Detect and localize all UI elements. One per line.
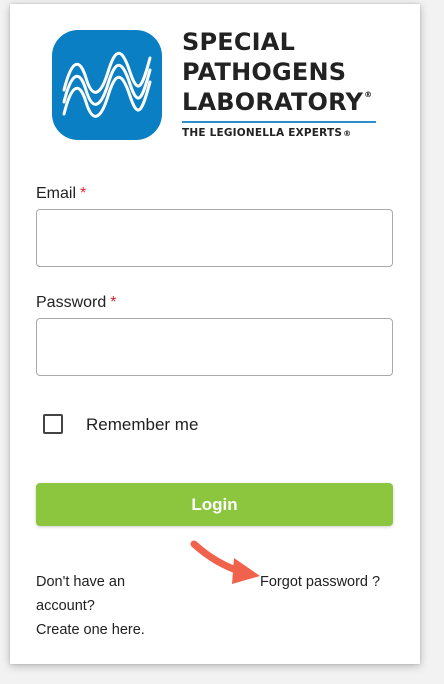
wave-logo-icon xyxy=(52,30,162,140)
login-card: SPECIAL PATHOGENS LABORATORY® THE LEGION… xyxy=(10,4,420,664)
signup-prompt: Don't have an account? Create one here. xyxy=(36,570,186,642)
password-label: Password * xyxy=(36,294,116,312)
company-logo: SPECIAL PATHOGENS LABORATORY® THE LEGION… xyxy=(50,24,390,152)
create-account-link[interactable]: Create one here. xyxy=(36,622,145,638)
forgot-password-link[interactable]: Forgot password ? xyxy=(260,570,380,594)
pointer-arrow-icon xyxy=(190,540,260,584)
remember-me-label[interactable]: Remember me xyxy=(86,415,198,435)
logo-tagline-text: THE LEGIONELLA EXPERTS xyxy=(182,127,343,139)
email-required-marker: * xyxy=(80,185,87,202)
logo-text-line-3: LABORATORY® xyxy=(182,88,372,116)
logo-divider xyxy=(182,121,376,123)
password-required-marker: * xyxy=(110,294,117,311)
email-field[interactable] xyxy=(36,209,393,267)
password-field[interactable] xyxy=(36,318,393,376)
signup-prompt-line-2: account? xyxy=(36,598,95,614)
tagline-registered-mark: ® xyxy=(343,129,352,138)
logo-text-line-3-label: LABORATORY xyxy=(182,88,364,116)
email-label-text: Email xyxy=(36,185,77,202)
email-label: Email * xyxy=(36,185,86,203)
logo-tagline: THE LEGIONELLA EXPERTS® xyxy=(182,127,351,139)
remember-me-checkbox[interactable] xyxy=(43,414,63,434)
logo-text-line-1: SPECIAL xyxy=(182,28,296,56)
logo-text-line-2: PATHOGENS xyxy=(182,58,347,86)
signup-prompt-line-1: Don't have an xyxy=(36,574,126,590)
login-button[interactable]: Login xyxy=(36,483,393,526)
registered-mark: ® xyxy=(364,90,373,99)
password-label-text: Password xyxy=(36,294,107,311)
